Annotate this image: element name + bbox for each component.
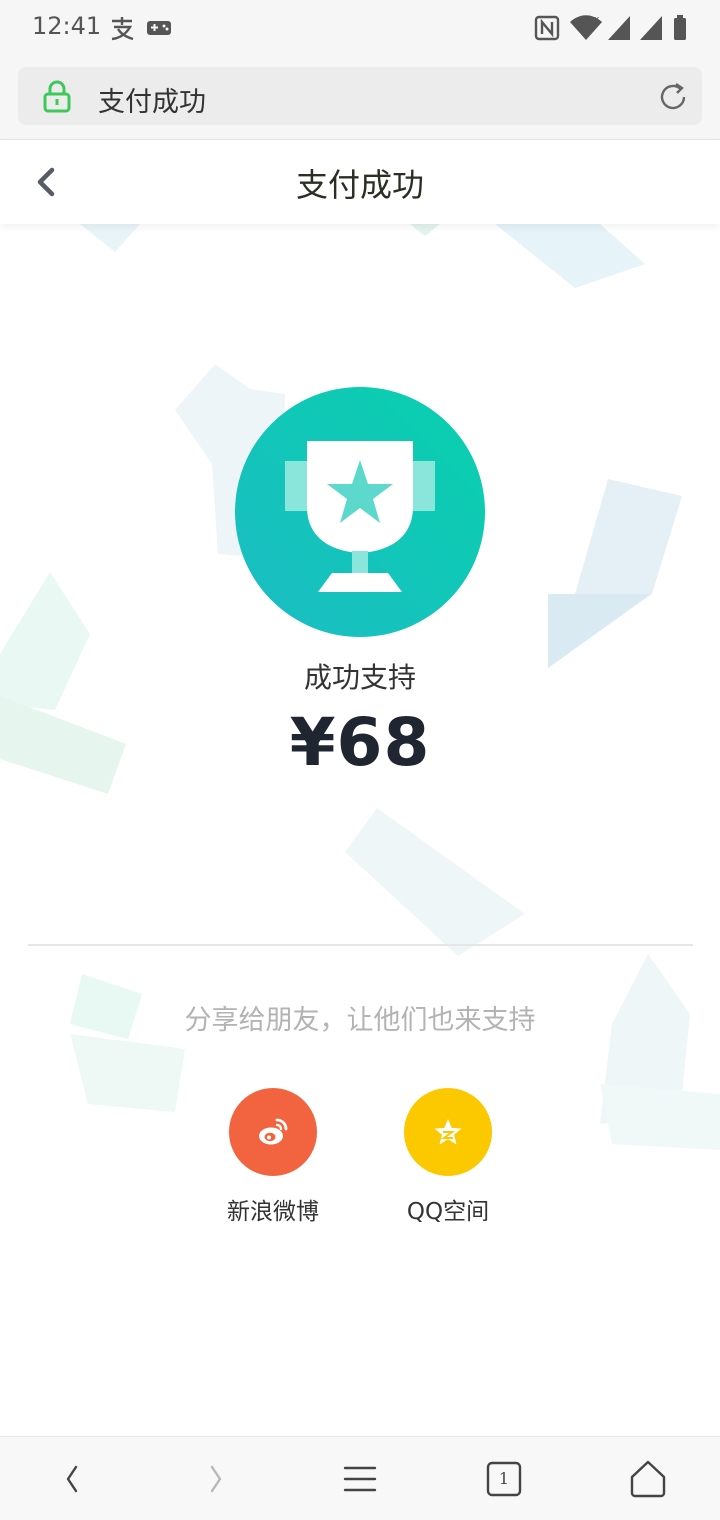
wifi-icon: x — [570, 15, 602, 40]
weibo-icon — [259, 1118, 288, 1145]
nfc-icon — [534, 15, 560, 41]
success-label: 成功支持 — [303, 661, 416, 694]
status-bar: 12:41 x — [0, 0, 720, 56]
qzone-icon-circle[interactable] — [404, 1088, 492, 1176]
gamepad-icon — [147, 21, 171, 35]
signal-icon — [608, 16, 630, 40]
share-qzone-button[interactable]: QQ空间 — [388, 1088, 508, 1226]
qzone-icon — [434, 1119, 462, 1145]
page-title: 支付成功 — [295, 166, 424, 204]
forward-icon[interactable] — [194, 1457, 238, 1501]
alipay-icon — [111, 17, 134, 41]
share-weibo-label: 新浪微博 — [227, 1199, 319, 1225]
url-text: 支付成功 — [98, 87, 206, 118]
url-bar[interactable]: 支付成功 — [18, 67, 702, 125]
payment-amount: ¥68 — [289, 704, 431, 781]
status-time: 12:41 — [32, 12, 102, 40]
menu-icon[interactable] — [338, 1457, 382, 1501]
tab-count: 1 — [498, 1469, 510, 1488]
home-icon[interactable] — [626, 1457, 670, 1501]
browser-bottom-nav: 1 — [0, 1436, 720, 1520]
page-header: 支付成功 — [0, 140, 720, 224]
reload-icon[interactable] — [656, 80, 690, 114]
tabs-button[interactable]: 1 — [482, 1457, 526, 1501]
browser-url-area: 支付成功 — [0, 56, 720, 140]
battery-icon — [674, 15, 686, 40]
weibo-icon-circle[interactable] — [229, 1088, 317, 1176]
share-hint: 分享给朋友，让他们也来支持 — [184, 1005, 536, 1036]
svg-text:x: x — [594, 15, 600, 25]
back-icon[interactable] — [50, 1457, 94, 1501]
share-weibo-button[interactable]: 新浪微博 — [213, 1088, 333, 1226]
divider — [28, 944, 693, 946]
lock-icon — [43, 80, 71, 113]
trophy-icon — [235, 387, 485, 637]
signal-icon-2 — [640, 16, 662, 40]
share-qzone-label: QQ空间 — [406, 1199, 490, 1225]
